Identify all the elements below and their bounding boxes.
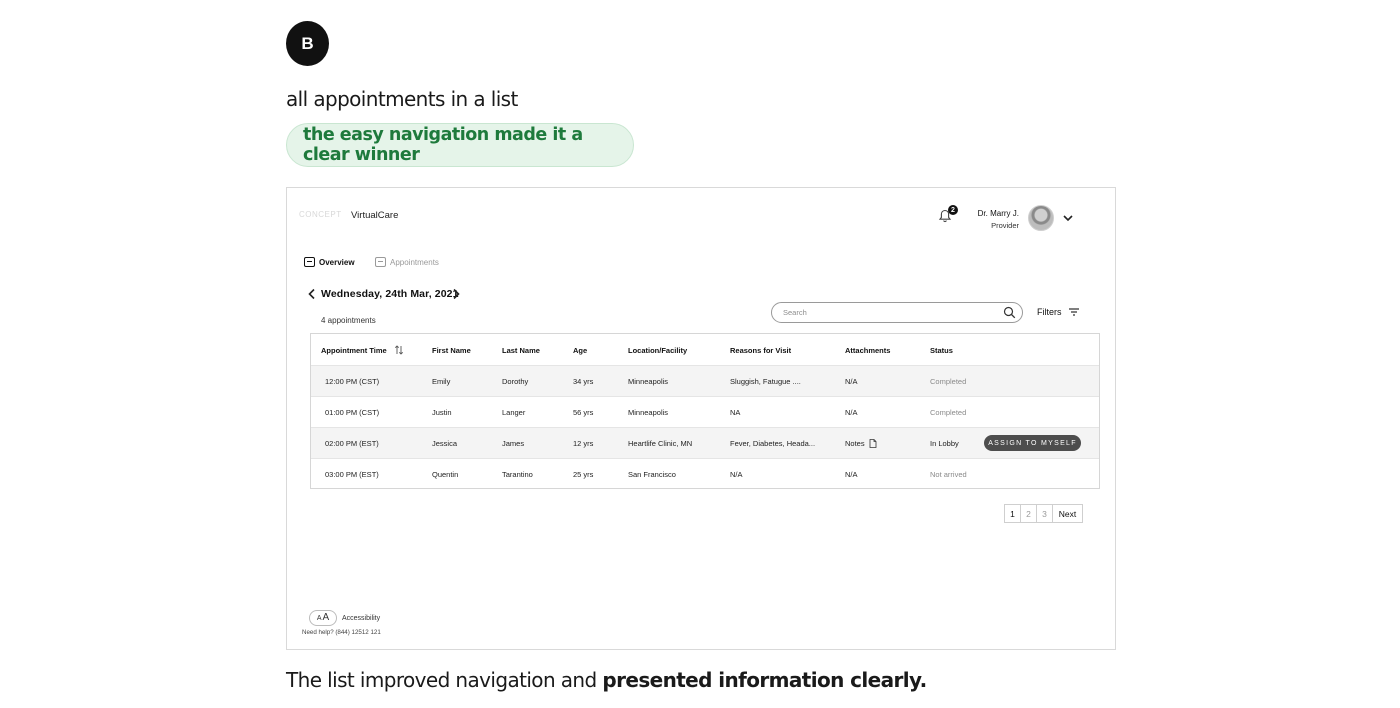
tab-appointments-label: Appointments xyxy=(390,257,439,267)
next-page-button[interactable]: Next xyxy=(1053,505,1082,522)
table-header: Appointment Time First Name Last Name Ag… xyxy=(311,334,1099,366)
cell-status: Not arrived xyxy=(930,469,967,479)
assign-to-myself-button[interactable]: ASSIGN TO MYSELF xyxy=(984,435,1081,451)
cell-time: 12:00 PM (CST) xyxy=(325,376,380,386)
filters-button[interactable]: Filters xyxy=(1037,307,1080,317)
cell-time: 01:00 PM (CST) xyxy=(325,407,380,417)
header-attachments: Attachments xyxy=(845,345,891,355)
header-status: Status xyxy=(930,345,953,355)
tagline-text: the easy navigation made it a clear winn… xyxy=(303,125,583,165)
cell-status: In Lobby xyxy=(930,438,959,448)
cell-reason: NA xyxy=(730,407,741,417)
cell-location: San Francisco xyxy=(628,469,676,479)
search-input[interactable] xyxy=(771,302,1023,323)
cell-reason: N/A xyxy=(730,469,743,479)
cell-age: 12 yrs xyxy=(573,438,594,448)
cell-reason: Sluggish, Fatugue .... xyxy=(730,376,801,386)
notification-count-badge: 2 xyxy=(948,205,958,215)
text-size-large: A xyxy=(322,612,330,623)
user-avatar[interactable] xyxy=(1028,205,1054,231)
cell-attachments: N/A xyxy=(845,469,858,479)
text-size-small: A xyxy=(316,615,322,622)
cell-attachments: N/A xyxy=(845,376,858,386)
filters-label: Filters xyxy=(1037,307,1062,317)
search-icon[interactable] xyxy=(1003,306,1016,319)
cell-first-name: Jessica xyxy=(432,438,458,448)
calendar-icon xyxy=(375,257,386,267)
header-appointment-time[interactable]: Appointment Time xyxy=(321,334,404,366)
sort-icon[interactable] xyxy=(394,345,404,355)
cell-time: 03:00 PM (EST) xyxy=(325,469,379,479)
appointment-count: 4 appointments xyxy=(321,316,376,325)
date-label: Wednesday, 24th Mar, 2021 xyxy=(321,288,459,300)
header-last-name: Last Name xyxy=(502,345,540,355)
virtualcare-screenshot: CONCEPT VirtualCare 2 Dr. Marry J. Provi… xyxy=(286,187,1116,650)
page-2-button[interactable]: 2 xyxy=(1021,505,1037,522)
cell-status: Completed xyxy=(930,376,967,386)
filter-icon xyxy=(1068,308,1079,316)
page-3-button[interactable]: 3 xyxy=(1037,505,1053,522)
table-row[interactable]: 01:00 PM (CST) Justin Langer 56 yrs Minn… xyxy=(311,396,1099,427)
notes-link-label: Notes xyxy=(845,438,865,448)
chevron-right-icon[interactable] xyxy=(451,288,461,300)
section-headline: all appointments in a list xyxy=(286,87,518,111)
cell-location: Heartlife Clinic, MN xyxy=(628,438,693,448)
chevron-down-icon[interactable] xyxy=(1062,212,1074,224)
header-first-name: First Name xyxy=(432,345,471,355)
notes-attachment[interactable]: Notes xyxy=(845,428,877,458)
cell-first-name: Quentin xyxy=(432,469,459,479)
tab-appointments[interactable]: Appointments xyxy=(375,257,439,267)
cell-last-name: Langer xyxy=(502,407,526,417)
tab-overview[interactable]: Overview xyxy=(304,257,355,267)
cell-first-name: Emily xyxy=(432,376,451,386)
header-reasons: Reasons for Visit xyxy=(730,345,792,355)
document-icon xyxy=(869,438,876,448)
cell-location: Minneapolis xyxy=(628,407,669,417)
help-contact: Need help? (844) 12512 121 xyxy=(302,629,381,636)
cell-last-name: James xyxy=(502,438,525,448)
cell-last-name: Tarantino xyxy=(502,469,533,479)
cell-age: 56 yrs xyxy=(573,407,594,417)
page-1-button[interactable]: 1 xyxy=(1005,505,1021,522)
caption-regular: The list improved navigation and xyxy=(286,668,603,692)
user-name: Dr. Marry J. xyxy=(977,209,1019,218)
cell-reason: Fever, Diabetes, Heada... xyxy=(730,438,816,448)
cell-attachments: N/A xyxy=(845,407,858,417)
cell-first-name: Justin xyxy=(432,407,452,417)
cell-status: Completed xyxy=(930,407,967,417)
cell-age: 34 yrs xyxy=(573,376,594,386)
section-badge: B xyxy=(286,21,329,66)
appointments-table: Appointment Time First Name Last Name Ag… xyxy=(310,333,1100,489)
table-row[interactable]: 02:00 PM (EST) Jessica James 12 yrs Hear… xyxy=(311,427,1099,458)
header-location: Location/Facility xyxy=(628,345,688,355)
overview-icon xyxy=(304,257,315,267)
chevron-left-icon[interactable] xyxy=(307,288,317,300)
cell-last-name: Dorothy xyxy=(502,376,529,386)
pagination: 1 2 3 Next xyxy=(1004,504,1083,523)
tab-overview-label: Overview xyxy=(319,257,355,267)
tagline-pill: the easy navigation made it a clear winn… xyxy=(286,123,634,167)
app-name: VirtualCare xyxy=(351,210,399,221)
table-row[interactable]: 03:00 PM (EST) Quentin Tarantino 25 yrs … xyxy=(311,458,1099,489)
section-caption: The list improved navigation and present… xyxy=(286,668,927,692)
text-size-toggle[interactable]: A A xyxy=(309,610,337,626)
table-row[interactable]: 12:00 PM (CST) Emily Dorothy 34 yrs Minn… xyxy=(311,365,1099,396)
cell-location: Minneapolis xyxy=(628,376,669,386)
cell-age: 25 yrs xyxy=(573,469,594,479)
user-role: Provider xyxy=(991,221,1019,230)
accessibility-label: Accessibility xyxy=(342,615,381,622)
brand-logo: CONCEPT xyxy=(299,210,342,219)
cell-time: 02:00 PM (EST) xyxy=(325,438,379,448)
caption-bold: presented information clearly. xyxy=(602,668,927,692)
header-age: Age xyxy=(573,345,588,355)
